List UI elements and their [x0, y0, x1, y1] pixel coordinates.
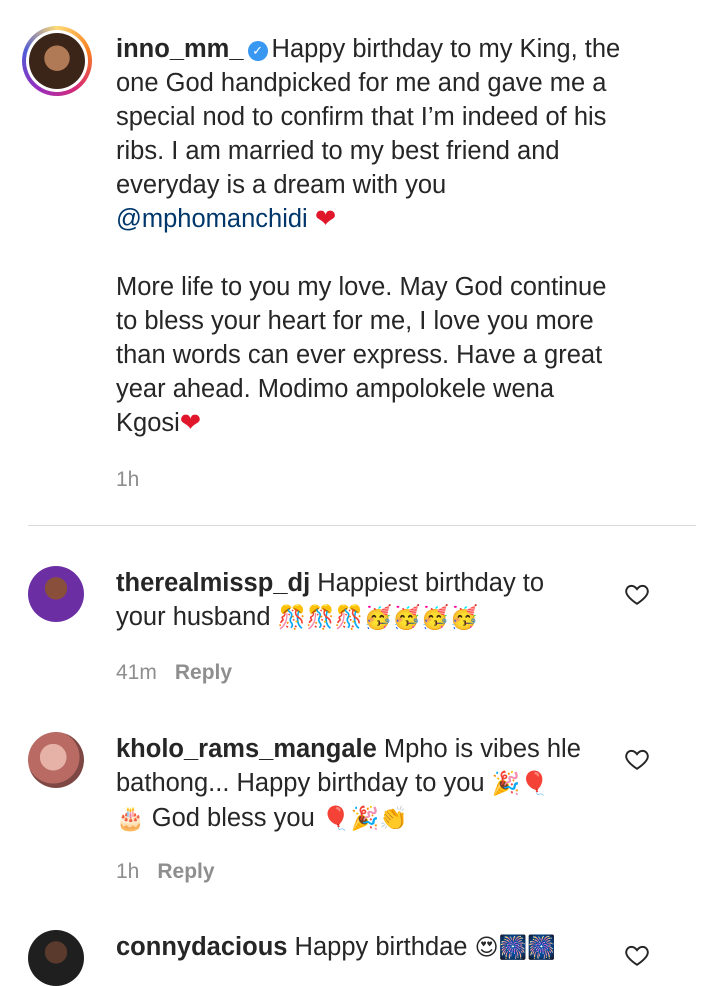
heart-emoji: ❤	[179, 409, 202, 437]
comment-text: therealmissp_dj Happiest birthday to you…	[116, 569, 545, 631]
avatar[interactable]	[28, 930, 84, 986]
divider	[28, 525, 696, 526]
avatar[interactable]	[28, 566, 84, 622]
comment-meta: 1h Reply	[116, 860, 215, 884]
timestamp[interactable]: 1h	[116, 860, 139, 883]
comment-meta: 41m Reply	[116, 661, 232, 685]
username-link[interactable]: connydacious	[116, 933, 287, 961]
timestamp[interactable]: 1h	[116, 468, 139, 491]
reply-button[interactable]: Reply	[157, 860, 214, 883]
timestamp[interactable]: 41m	[116, 661, 157, 684]
heart-icon[interactable]	[624, 942, 650, 968]
caption-text: inno_mm_ ✓ Happy birthday to my King, the …	[116, 35, 621, 437]
comment-text: kholo_rams_mangale Mpho is vibes hle bat…	[116, 735, 581, 832]
reply-button[interactable]: Reply	[175, 661, 232, 684]
heart-emoji: ❤	[314, 205, 337, 233]
mention-link[interactable]: @mphomanchidi	[116, 205, 308, 233]
heart-icon[interactable]	[624, 746, 650, 772]
heart-icon[interactable]	[624, 581, 650, 607]
verified-badge-icon: ✓	[247, 41, 268, 61]
avatar[interactable]	[28, 732, 84, 788]
post-meta: 1h	[116, 468, 139, 492]
avatar	[29, 33, 85, 89]
username-link[interactable]: inno_mm_	[116, 35, 244, 63]
username-link[interactable]: therealmissp_dj	[116, 569, 310, 597]
story-ring-avatar[interactable]	[22, 26, 92, 96]
username-link[interactable]: kholo_rams_mangale	[116, 735, 377, 763]
